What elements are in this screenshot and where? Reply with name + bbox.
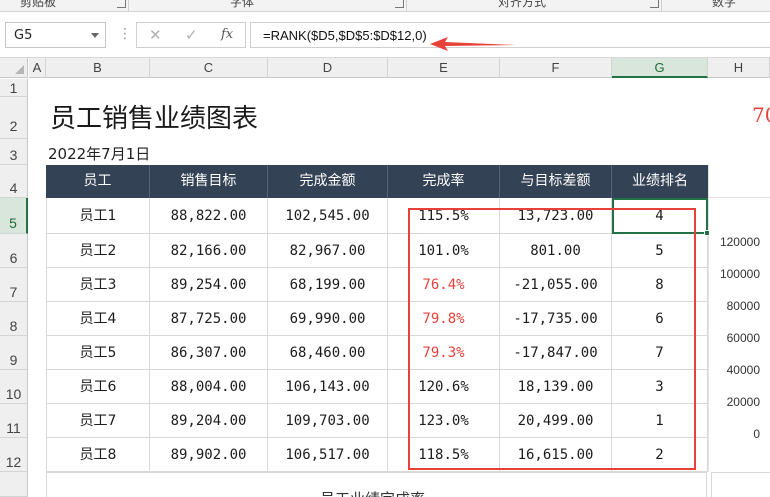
chart-title[interactable]: 员工业绩完成率	[320, 488, 425, 497]
row-header-12[interactable]: 12	[0, 438, 28, 472]
chart-axis-label: 80000	[726, 299, 760, 313]
clipboard-launcher-icon[interactable]	[117, 0, 126, 8]
table-cell-amount[interactable]: 102,545.00	[268, 198, 388, 234]
header-completion-rate[interactable]: 完成率	[388, 165, 500, 198]
table-cell-target[interactable]: 87,725.00	[150, 302, 268, 336]
column-header-g[interactable]: G	[612, 58, 708, 78]
enter-icon[interactable]: ✓	[185, 26, 198, 44]
table-cell-employee[interactable]: 员工2	[46, 234, 150, 268]
column-header-h[interactable]: H	[708, 58, 770, 78]
annotation-arrow-icon	[430, 37, 516, 51]
row-header-3[interactable]: 3	[0, 139, 28, 165]
table-cell-target[interactable]: 88,004.00	[150, 370, 268, 404]
name-box[interactable]: G5	[5, 22, 106, 48]
row-header-9[interactable]: 9	[0, 336, 28, 370]
table-cell-target[interactable]: 86,307.00	[150, 336, 268, 370]
table-cell-amount[interactable]: 82,967.00	[268, 234, 388, 268]
chevron-down-icon[interactable]	[91, 33, 99, 38]
row-header-5[interactable]: 5	[0, 198, 28, 234]
row-header-2[interactable]: 2	[0, 97, 28, 139]
ribbon-group-alignment[interactable]: 对齐方式	[498, 0, 546, 10]
ribbon-group-number[interactable]: 数字	[712, 0, 736, 10]
select-all-corner[interactable]	[0, 58, 28, 78]
table-cell-employee[interactable]: 员工7	[46, 404, 150, 438]
chart-axis-label: 60000	[726, 331, 760, 345]
table-cell-target[interactable]: 89,204.00	[150, 404, 268, 438]
annotation-highlight-box	[408, 208, 696, 470]
row-header-7[interactable]: 7	[0, 268, 28, 302]
header-employee[interactable]: 员工	[46, 165, 150, 198]
column-header-b[interactable]: B	[46, 58, 150, 78]
table-header-row: 员工 销售目标 完成金额 完成率 与目标差额 业绩排名	[46, 165, 708, 198]
column-header-c[interactable]: C	[150, 58, 268, 78]
table-cell-amount[interactable]: 106,143.00	[268, 370, 388, 404]
row-header-8[interactable]: 8	[0, 302, 28, 336]
column-header-a[interactable]: A	[29, 58, 46, 78]
header-completed-amount[interactable]: 完成金额	[268, 165, 388, 198]
header-sales-target[interactable]: 销售目标	[150, 165, 268, 198]
table-cell-amount[interactable]: 106,517.00	[268, 438, 388, 472]
chart-axis-label: 100000	[719, 267, 760, 281]
table-cell-amount[interactable]: 69,990.00	[268, 302, 388, 336]
table-cell-amount[interactable]: 68,460.00	[268, 336, 388, 370]
name-box-value: G5	[14, 28, 33, 43]
column-header-d[interactable]: D	[268, 58, 388, 78]
gridline	[708, 197, 770, 198]
table-cell-target[interactable]: 88,822.00	[150, 198, 268, 234]
table-cell-target[interactable]: 89,902.00	[150, 438, 268, 472]
ribbon-divider	[406, 0, 407, 11]
table-cell-employee[interactable]: 员工4	[46, 302, 150, 336]
partial-cell-text[interactable]: 70	[752, 103, 770, 127]
sheet-title[interactable]: 员工销售业绩图表	[50, 98, 258, 135]
chart-frame-partial[interactable]	[711, 472, 770, 497]
table-cell-amount[interactable]: 68,199.00	[268, 268, 388, 302]
table-cell-target[interactable]: 82,166.00	[150, 234, 268, 268]
fill-handle[interactable]	[704, 230, 710, 236]
row-header-6[interactable]: 6	[0, 234, 28, 268]
row-header-1[interactable]: 1	[0, 79, 28, 97]
row-header-4[interactable]: 4	[0, 165, 28, 198]
column-header-e[interactable]: E	[388, 58, 500, 78]
chart-axis-label: 20000	[726, 395, 760, 409]
row-header-13[interactable]	[0, 472, 28, 497]
ribbon-strip: 剪贴板 字体 对齐方式 数字	[0, 0, 770, 12]
table-cell-target[interactable]: 89,254.00	[150, 268, 268, 302]
table-cell-employee[interactable]: 员工8	[46, 438, 150, 472]
sheet-date[interactable]: 2022年7月1日	[48, 143, 150, 164]
chart-axis-label: 0	[753, 427, 760, 441]
insert-function-icon[interactable]: fx	[221, 27, 233, 42]
select-all-icon	[15, 65, 24, 74]
drag-handle-icon[interactable]: ⋮	[118, 26, 132, 42]
ribbon-divider	[661, 0, 662, 11]
row-header-11[interactable]: 11	[0, 404, 28, 438]
ribbon-group-font[interactable]: 字体	[230, 0, 254, 10]
formula-buttons: ✕ ✓ fx	[136, 22, 246, 48]
chart-axis-label: 40000	[726, 363, 760, 377]
column-header-f[interactable]: F	[500, 58, 612, 78]
cancel-icon[interactable]: ✕	[149, 26, 162, 44]
header-performance-rank[interactable]: 业绩排名	[612, 165, 708, 198]
gridline	[708, 165, 709, 472]
table-cell-employee[interactable]: 员工5	[46, 336, 150, 370]
ribbon-group-clipboard[interactable]: 剪贴板	[20, 0, 56, 10]
table-cell-employee[interactable]: 员工6	[46, 370, 150, 404]
table-cell-employee[interactable]: 员工1	[46, 198, 150, 234]
table-cell-employee[interactable]: 员工3	[46, 268, 150, 302]
formula-bar: G5 ⋮ ✕ ✓ fx =RANK($D5,$D$5:$D$12,0)	[0, 12, 770, 58]
table-cell-amount[interactable]: 109,703.00	[268, 404, 388, 438]
row-header-10[interactable]: 10	[0, 370, 28, 404]
formula-text: =RANK($D5,$D$5:$D$12,0)	[263, 28, 427, 43]
ribbon-divider	[128, 0, 129, 11]
chart-axis-label: 120000	[719, 235, 760, 249]
font-launcher-icon[interactable]	[395, 0, 404, 8]
header-target-difference[interactable]: 与目标差额	[500, 165, 612, 198]
alignment-launcher-icon[interactable]	[650, 0, 659, 8]
